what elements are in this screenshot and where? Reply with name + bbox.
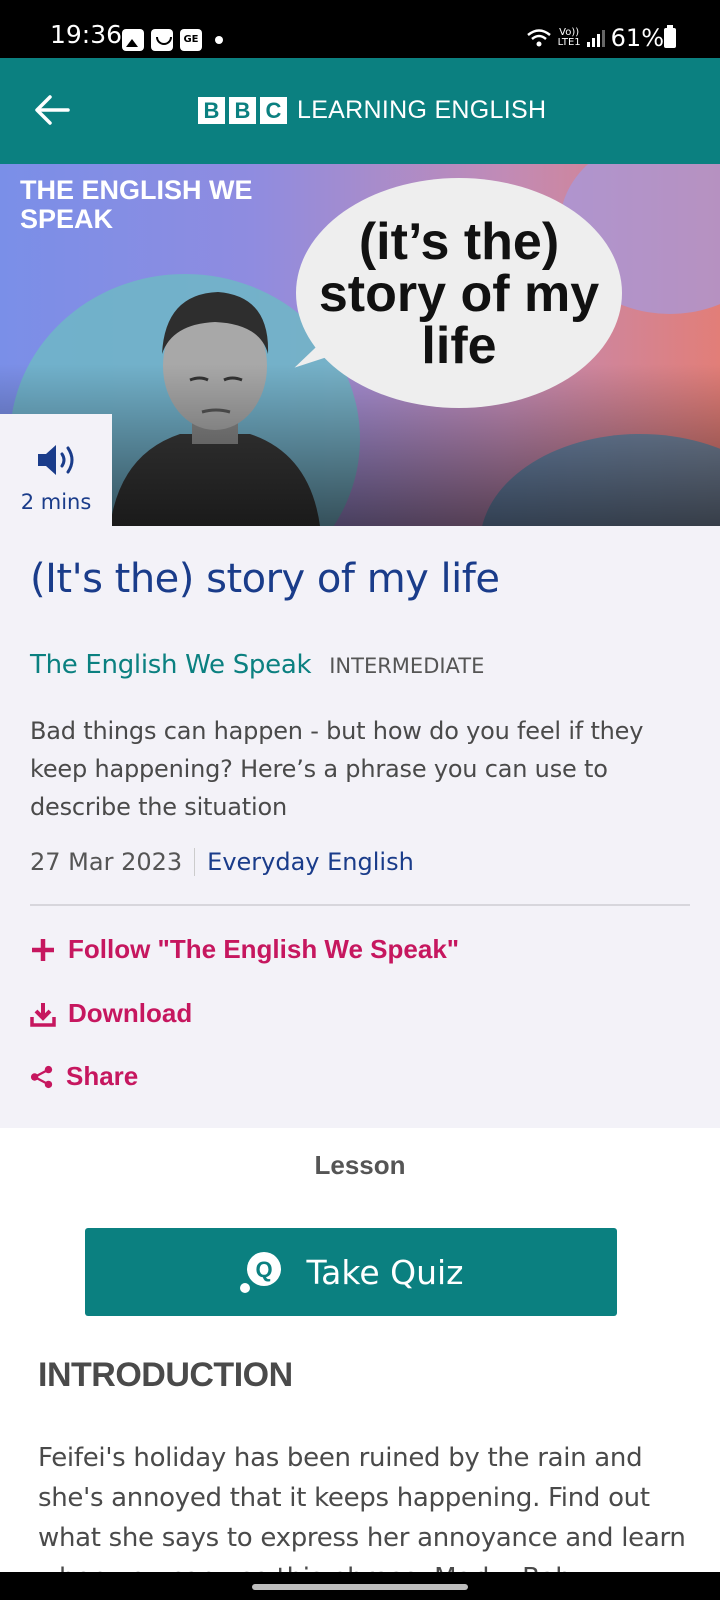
share-icon — [30, 1065, 53, 1088]
status-right: Vo)) LTE1 61% — [526, 24, 664, 52]
home-gesture-handle[interactable] — [252, 1584, 468, 1590]
bbc-letter-b1: B — [198, 97, 225, 124]
bbc-letter-b2: B — [229, 97, 256, 124]
battery-percent: 61% — [610, 24, 664, 52]
tab-lesson[interactable]: Lesson — [0, 1150, 720, 1181]
duration-text: 2 mins — [20, 490, 92, 514]
download-label: Download — [68, 998, 193, 1028]
take-quiz-label: Take Quiz — [306, 1252, 464, 1292]
back-arrow-icon[interactable] — [30, 88, 74, 132]
dateline-separator — [194, 848, 196, 876]
episode-details: (It's the) story of my life The English … — [0, 526, 720, 1128]
audio-duration-badge[interactable]: 2 mins — [0, 414, 112, 526]
divider — [30, 904, 690, 906]
share-label: Share — [66, 1061, 139, 1091]
category-link[interactable]: Everyday English — [207, 848, 414, 876]
network-type: Vo)) LTE1 — [557, 27, 581, 48]
lesson-section: Lesson Q Take Quiz INTRODUCTION Feifei's… — [0, 1128, 720, 1593]
wifi-icon — [526, 29, 551, 47]
battery-icon — [664, 25, 676, 48]
episode-description: Bad things can happen - but how do you f… — [30, 717, 644, 821]
notification-icons: GE — [122, 29, 223, 51]
episode-date: 27 Mar 2023 — [30, 848, 183, 876]
follow-button[interactable]: Follow "The English We Speak" — [30, 934, 459, 965]
download-icon — [30, 1002, 56, 1027]
system-nav-bar — [0, 1572, 720, 1600]
signal-icon — [586, 29, 605, 47]
app-bar: B B C LEARNING ENGLISH — [0, 58, 720, 164]
svg-text:Q: Q — [256, 1257, 273, 1282]
brand-text: LEARNING ENGLISH — [297, 96, 547, 124]
quiz-icon: Q — [240, 1252, 282, 1293]
plus-icon — [32, 938, 54, 961]
smile-icon — [151, 29, 173, 51]
brand-logo: B B C LEARNING ENGLISH — [198, 96, 546, 125]
speaker-icon — [38, 445, 74, 475]
take-quiz-button[interactable]: Q Take Quiz — [85, 1228, 617, 1316]
ge-icon: GE — [180, 29, 202, 51]
download-button[interactable]: Download — [30, 998, 192, 1029]
bbc-letter-c: C — [260, 97, 287, 124]
introduction-heading: INTRODUCTION — [38, 1356, 293, 1394]
status-time: 19:36 — [50, 20, 123, 49]
gallery-icon — [122, 29, 144, 51]
share-button[interactable]: Share — [30, 1061, 138, 1092]
status-bar: 19:36 GE Vo)) LTE1 61% — [0, 0, 720, 58]
hero-series-title: THE ENGLISH WE SPEAK — [20, 175, 253, 234]
more-notifications-dot-icon — [215, 36, 223, 44]
series-link[interactable]: The English We Speak — [30, 650, 312, 680]
speech-bubble-text: (it’s the) story of my life — [318, 213, 600, 375]
level-label: INTERMEDIATE — [329, 654, 485, 678]
episode-meta: The English We Speak INTERMEDIATE — [30, 650, 484, 680]
episode-dateline: 27 Mar 2023 Everyday English — [30, 848, 414, 876]
follow-label: Follow "The English We Speak" — [68, 934, 460, 964]
episode-title: (It's the) story of my life — [30, 556, 500, 602]
